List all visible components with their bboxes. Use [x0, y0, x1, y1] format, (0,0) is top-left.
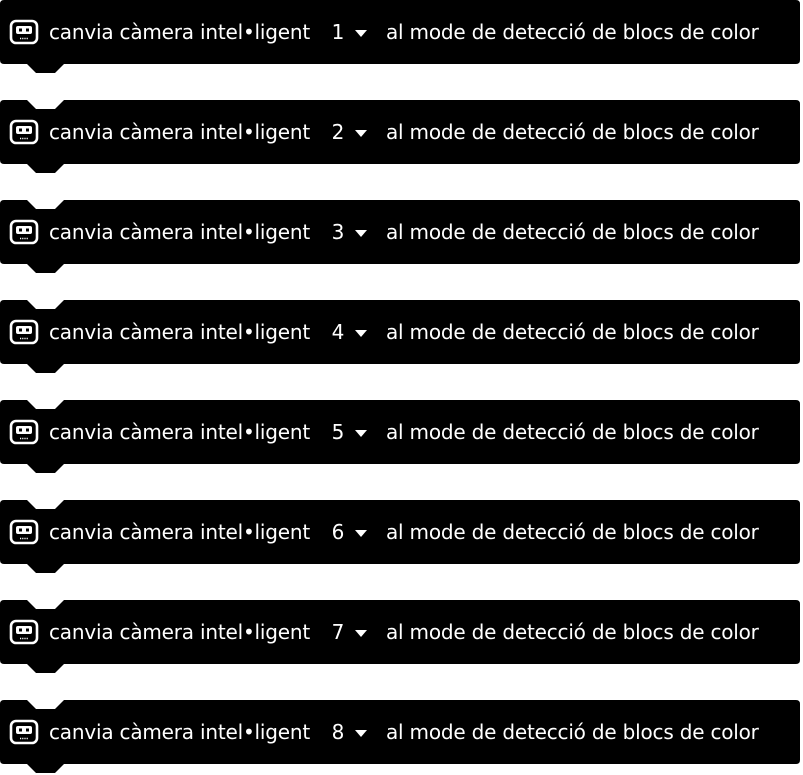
block-text-suffix: al mode de detecció de blocs de color [385, 420, 759, 444]
block-text-prefix: canvia càmera intel•ligent [49, 720, 310, 744]
camera-number-value: 8 [331, 720, 345, 744]
block-text-suffix: al mode de detecció de blocs de color [385, 120, 759, 144]
camera-number-value: 3 [331, 220, 345, 244]
block-text-prefix: canvia càmera intel•ligent [49, 620, 310, 644]
caret-down-icon [354, 529, 367, 537]
smart-camera-icon [9, 119, 39, 145]
block-text-prefix: canvia càmera intel•ligent [49, 20, 310, 44]
caret-down-icon [354, 629, 367, 637]
smart-camera-icon [9, 419, 39, 445]
camera-number-dropdown[interactable]: 7 [331, 620, 367, 644]
camera-number-dropdown[interactable]: 3 [331, 220, 367, 244]
camera-number-value: 5 [331, 420, 345, 444]
camera-number-dropdown[interactable]: 1 [331, 20, 367, 44]
smart-camera-icon [9, 519, 39, 545]
smart-camera-icon [9, 319, 39, 345]
block-text-suffix: al mode de detecció de blocs de color [385, 220, 759, 244]
block-text-suffix: al mode de detecció de blocs de color [385, 520, 759, 544]
smart-camera-icon [9, 219, 39, 245]
camera-number-dropdown[interactable]: 4 [331, 320, 367, 344]
switch-camera-mode-block[interactable]: canvia càmera intel•ligent 8 al mode de … [0, 700, 800, 775]
switch-camera-mode-block[interactable]: canvia càmera intel•ligent 7 al mode de … [0, 600, 800, 676]
caret-down-icon [354, 129, 367, 137]
block-text-prefix: canvia càmera intel•ligent [49, 320, 310, 344]
camera-number-dropdown[interactable]: 8 [331, 720, 367, 744]
block-text-prefix: canvia càmera intel•ligent [49, 120, 310, 144]
caret-down-icon [354, 29, 367, 37]
caret-down-icon [354, 429, 367, 437]
camera-number-value: 7 [331, 620, 345, 644]
block-text-suffix: al mode de detecció de blocs de color [385, 720, 759, 744]
block-text-suffix: al mode de detecció de blocs de color [385, 20, 759, 44]
switch-camera-mode-block[interactable]: canvia càmera intel•ligent 6 al mode de … [0, 500, 800, 576]
camera-number-value: 1 [331, 20, 345, 44]
caret-down-icon [354, 729, 367, 737]
camera-number-dropdown[interactable]: 5 [331, 420, 367, 444]
camera-number-dropdown[interactable]: 2 [331, 120, 367, 144]
block-text-prefix: canvia càmera intel•ligent [49, 420, 310, 444]
caret-down-icon [354, 229, 367, 237]
block-text-prefix: canvia càmera intel•ligent [49, 220, 310, 244]
camera-number-value: 6 [331, 520, 345, 544]
camera-number-value: 4 [331, 320, 345, 344]
smart-camera-icon [9, 719, 39, 745]
camera-number-value: 2 [331, 120, 345, 144]
block-stack: canvia càmera intel•ligent 1 al mode de … [0, 0, 803, 775]
smart-camera-icon [9, 619, 39, 645]
camera-number-dropdown[interactable]: 6 [331, 520, 367, 544]
switch-camera-mode-block[interactable]: canvia càmera intel•ligent 3 al mode de … [0, 200, 800, 276]
block-text-suffix: al mode de detecció de blocs de color [385, 620, 759, 644]
switch-camera-mode-block[interactable]: canvia càmera intel•ligent 2 al mode de … [0, 100, 800, 176]
switch-camera-mode-block[interactable]: canvia càmera intel•ligent 4 al mode de … [0, 300, 800, 376]
caret-down-icon [354, 329, 367, 337]
smart-camera-icon [9, 19, 39, 45]
block-text-suffix: al mode de detecció de blocs de color [385, 320, 759, 344]
block-text-prefix: canvia càmera intel•ligent [49, 520, 310, 544]
switch-camera-mode-block[interactable]: canvia càmera intel•ligent 1 al mode de … [0, 0, 800, 76]
switch-camera-mode-block[interactable]: canvia càmera intel•ligent 5 al mode de … [0, 400, 800, 476]
